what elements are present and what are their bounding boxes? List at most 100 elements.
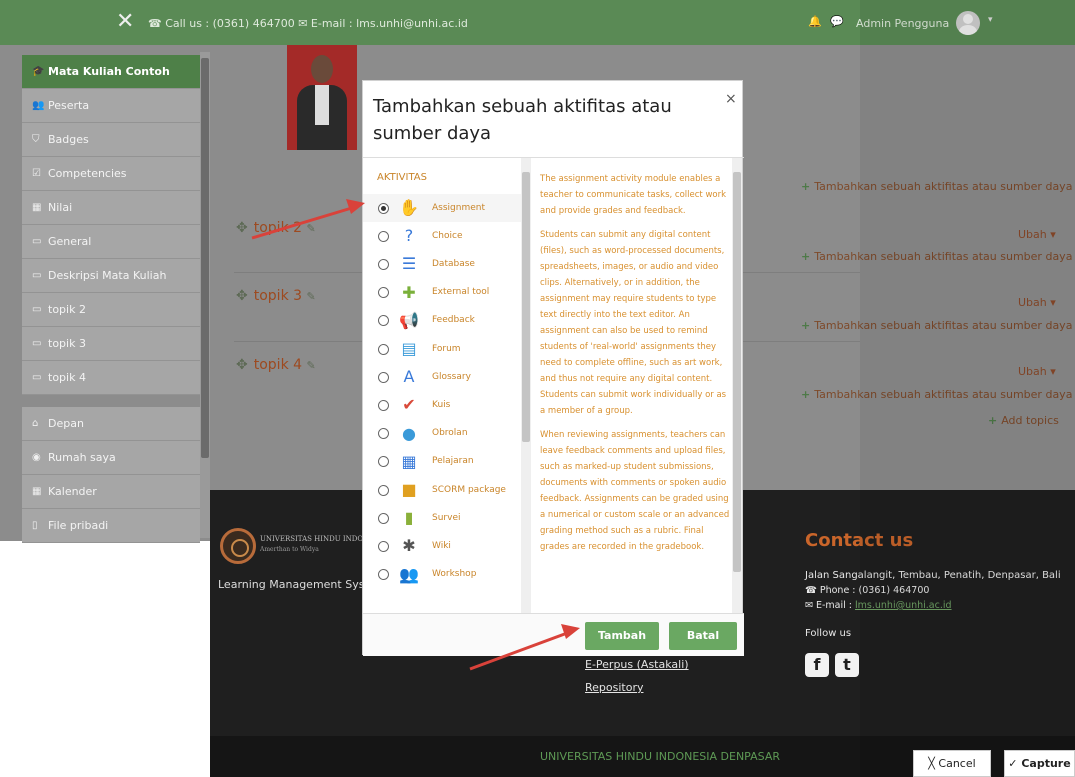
- topic-heading[interactable]: ✥ topik 4 ✎: [236, 357, 316, 373]
- radio-button[interactable]: [378, 569, 389, 581]
- move-icon[interactable]: ✥: [236, 220, 248, 236]
- topic-heading[interactable]: ✥ topik 2 ✎: [236, 220, 316, 236]
- activity-option[interactable]: A Glossary: [363, 363, 521, 391]
- sidebar-item[interactable]: 👥 Peserta: [22, 89, 200, 123]
- edit-menu[interactable]: Ubah ▾: [1018, 228, 1056, 241]
- dialog-footer: Tambah Batal: [363, 613, 744, 656]
- add-button[interactable]: Tambah: [585, 622, 659, 650]
- sidebar-item[interactable]: ◉ Rumah saya: [22, 441, 200, 475]
- edit-menu[interactable]: Ubah ▾: [1018, 296, 1056, 309]
- radio-button[interactable]: [378, 456, 389, 468]
- activity-list-scrollbar[interactable]: [521, 158, 531, 613]
- activity-option-label: Database: [432, 258, 475, 269]
- add-topics-link[interactable]: + Add topics: [988, 414, 1059, 427]
- activity-option[interactable]: ☰ Database: [363, 250, 521, 278]
- chevron-down-icon[interactable]: ▾: [988, 15, 993, 25]
- activity-option[interactable]: ■ SCORM package: [363, 476, 521, 504]
- add-activity-link[interactable]: + Tambahkan sebuah aktifitas atau sumber …: [801, 388, 1072, 401]
- close-drawer-icon[interactable]: ✕: [116, 9, 134, 34]
- radio-button[interactable]: [378, 258, 389, 270]
- description-scrollbar[interactable]: [732, 158, 742, 613]
- radio-button[interactable]: [378, 540, 389, 552]
- radio-button[interactable]: [378, 343, 389, 355]
- description-paragraph: When reviewing assignments, teachers can…: [540, 430, 730, 552]
- add-activity-link[interactable]: + Tambahkan sebuah aktifitas atau sumber …: [801, 180, 1072, 193]
- add-activity-link[interactable]: + Tambahkan sebuah aktifitas atau sumber …: [801, 319, 1072, 332]
- sidebar-item[interactable]: ▦ Kalender: [22, 475, 200, 509]
- close-icon[interactable]: ×: [725, 91, 737, 107]
- bell-icon[interactable]: 🔔: [808, 15, 822, 28]
- facebook-icon[interactable]: f: [805, 653, 829, 677]
- topic-heading[interactable]: ✥ topik 3 ✎: [236, 288, 316, 304]
- radio-button[interactable]: [378, 230, 389, 242]
- radio-button[interactable]: [378, 202, 389, 214]
- activity-option[interactable]: ▦ Pelajaran: [363, 448, 521, 476]
- folder-icon: ▭: [32, 304, 42, 315]
- calendar-icon: ▦: [32, 486, 42, 497]
- radio-button[interactable]: [378, 371, 389, 383]
- activity-description: The assignment activity module enables a…: [540, 171, 732, 563]
- university-logo: [220, 528, 256, 564]
- add-activity-link[interactable]: + Tambahkan sebuah aktifitas atau sumber …: [801, 250, 1072, 263]
- sidebar-item[interactable]: ▭ Deskripsi Mata Kuliah: [22, 259, 200, 293]
- move-icon[interactable]: ✥: [236, 288, 248, 304]
- sidebar-item[interactable]: 🎓 Mata Kuliah Contoh: [22, 55, 200, 89]
- shield-icon: ⛉: [32, 134, 40, 145]
- sidebar-item[interactable]: ▭ topik 2: [22, 293, 200, 327]
- email-link[interactable]: lms.unhi@unhi.ac.id: [855, 600, 952, 611]
- activity-option-label: Pelajaran: [432, 456, 474, 467]
- sidebar-item-label: General: [48, 235, 92, 248]
- edit-pencil-icon[interactable]: ✎: [306, 290, 315, 303]
- choice-icon: ?: [404, 226, 414, 246]
- sidebar-item[interactable]: ☑ Competencies: [22, 157, 200, 191]
- activity-option[interactable]: ✚ External tool: [363, 279, 521, 307]
- chat-icon[interactable]: 💬: [830, 15, 844, 28]
- sidebar-item[interactable]: ▯ File pribadi: [22, 509, 200, 543]
- activity-option[interactable]: 👥 Workshop: [363, 561, 521, 589]
- activity-option[interactable]: ? Choice: [363, 222, 521, 250]
- sidebar-item[interactable]: ▭ General: [22, 225, 200, 259]
- sidebar-item[interactable]: ▭ topik 3: [22, 327, 200, 361]
- footer-link-repository[interactable]: Repository: [585, 681, 644, 694]
- radio-button[interactable]: [378, 512, 389, 524]
- move-icon[interactable]: ✥: [236, 357, 248, 373]
- radio-button[interactable]: [378, 287, 389, 299]
- capture-cancel-button[interactable]: ╳ Cancel: [913, 750, 991, 777]
- activity-option-label: Survei: [432, 512, 461, 523]
- survey-icon: ▮: [404, 508, 414, 528]
- activity-list: AKTIVITAS ✋ Assignment? Choice ☰ Database ✚ Ex…: [363, 158, 528, 613]
- activity-option[interactable]: ● Obrolan: [363, 420, 521, 448]
- activity-option[interactable]: ✔ Kuis: [363, 391, 521, 419]
- sidebar-item-label: Badges: [48, 133, 89, 146]
- activity-option[interactable]: ✱ Wiki: [363, 532, 521, 560]
- radio-button[interactable]: [378, 428, 389, 440]
- sidebar-item[interactable]: ▭ topik 4: [22, 361, 200, 395]
- edit-menu[interactable]: Ubah ▾: [1018, 365, 1056, 378]
- twitter-icon[interactable]: t: [835, 653, 859, 677]
- email: ✉ E-mail : lms.unhi@unhi.ac.id: [805, 600, 952, 611]
- top-navbar: ✕ ☎ Call us : (0361) 464700 ✉ E-mail : l…: [0, 0, 1075, 45]
- activity-option[interactable]: ✋ Assignment: [363, 194, 521, 222]
- activity-option-label: External tool: [432, 287, 490, 298]
- radio-button[interactable]: [378, 315, 389, 327]
- activity-chooser-dialog: Tambahkan sebuah aktifitas atau sumber d…: [362, 80, 744, 656]
- edit-pencil-icon[interactable]: ✎: [306, 222, 315, 235]
- activity-option[interactable]: ▤ Forum: [363, 335, 521, 363]
- puzzle-icon: ✚: [402, 282, 416, 302]
- edit-pencil-icon[interactable]: ✎: [306, 359, 315, 372]
- sidebar-item[interactable]: ⌂ Depan: [22, 407, 200, 441]
- sidebar-item[interactable]: ⛉ Badges: [22, 123, 200, 157]
- cancel-button[interactable]: Batal: [669, 622, 737, 650]
- user-name[interactable]: Admin Pengguna: [856, 17, 949, 30]
- radio-button[interactable]: [378, 399, 389, 411]
- activity-option[interactable]: ▮ Survei: [363, 504, 521, 532]
- footer-link-eperpus[interactable]: E-Perpus (Astakali): [585, 658, 689, 671]
- users-icon: 👥: [32, 100, 45, 111]
- activity-option[interactable]: 📢 Feedback: [363, 307, 521, 335]
- capture-button[interactable]: ✓ Capture: [1004, 750, 1075, 777]
- footer-copyright: UNIVERSITAS HINDU INDONESIA DENPASAR: [540, 750, 780, 763]
- sidebar-item[interactable]: ▦ Nilai: [22, 191, 200, 225]
- avatar[interactable]: [956, 11, 980, 35]
- radio-button[interactable]: [378, 484, 389, 496]
- sidebar-scrollbar-thumb[interactable]: [201, 58, 209, 458]
